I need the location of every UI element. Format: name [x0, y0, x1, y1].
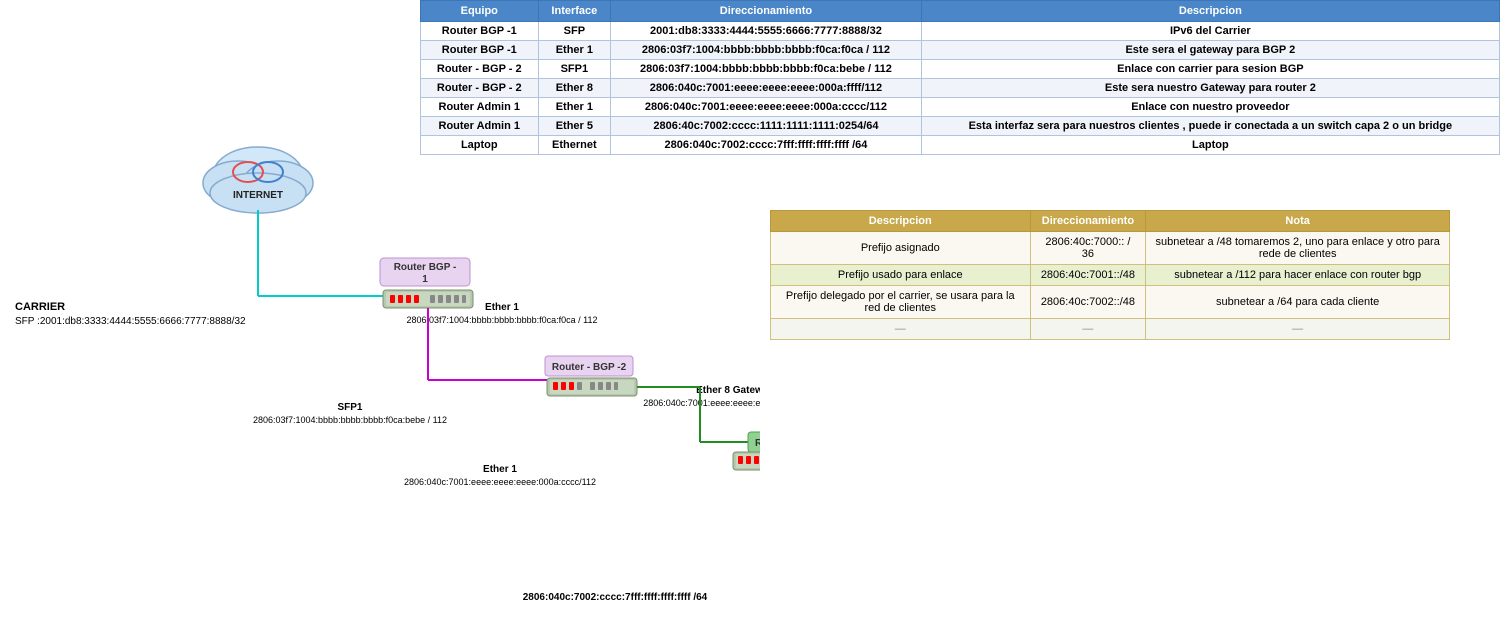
table-row: ——— — [771, 319, 1450, 340]
table-row: Prefijo usado para enlace2806:40c:7001::… — [771, 265, 1450, 286]
table-cell: Laptop — [921, 136, 1499, 155]
bgp1-ether1-label: Ether 1 — [485, 302, 519, 313]
bgp1-ether1-addr: 2806:03f7:1004:bbbb:bbbb:bbbb:f0ca:f0ca … — [407, 315, 598, 325]
laptop-addr-label: 2806:040c:7002:cccc:7fff:ffff:ffff:ffff … — [523, 592, 708, 603]
table-cell: 2806:40c:7002::/48 — [1030, 286, 1146, 319]
prefix-table: Descripcion Direccionamiento Nota Prefij… — [770, 210, 1450, 340]
table-cell: Este sera el gateway para BGP 2 — [921, 41, 1499, 60]
table-cell: Esta interfaz sera para nuestros cliente… — [921, 117, 1499, 136]
carrier-label: CARRIER — [15, 301, 65, 313]
table-cell: 2806:40c:7000:: / 36 — [1030, 232, 1146, 265]
col2-nota: Nota — [1146, 211, 1450, 232]
col-descripcion: Descripcion — [921, 1, 1499, 22]
sfp1-addr: 2806:03f7:1004:bbbb:bbbb:bbbb:f0ca:bebe … — [253, 415, 447, 425]
ether8-addr: 2806:040c:7001:eeee:eeee:eeee:000a:ffff/… — [643, 398, 760, 408]
col2-descripcion: Descripcion — [771, 211, 1031, 232]
table-cell: Prefijo usado para enlace — [771, 265, 1031, 286]
table-cell: Prefijo delegado por el carrier, se usar… — [771, 286, 1031, 319]
table-cell: subnetear a /112 para hacer enlace con r… — [1146, 265, 1450, 286]
table-row: Prefijo delegado por el carrier, se usar… — [771, 286, 1450, 319]
table-cell: — — [1146, 319, 1450, 340]
col2-direccionamiento: Direccionamiento — [1030, 211, 1146, 232]
internet-label: INTERNET — [233, 190, 283, 201]
table-cell: 2806:40c:7001::/48 — [1030, 265, 1146, 286]
router-bgp2-box-label: Router - BGP -2 — [552, 362, 627, 373]
table-cell: IPv6 del Carrier — [921, 22, 1499, 41]
table-cell: — — [771, 319, 1031, 340]
sfp1-label: SFP1 — [337, 402, 362, 413]
table-row: Prefijo asignado2806:40c:7000:: / 36subn… — [771, 232, 1450, 265]
bgp2-ether1-label: Ether 1 — [483, 464, 517, 475]
table-cell: — — [1030, 319, 1146, 340]
bgp2-ether1-addr: 2806:040c:7001:eeee:eeee:eeee:000a:cccc/… — [404, 477, 596, 487]
router-admin1-box-label: Router Admin 1 — [755, 438, 760, 449]
table-cell: Enlace con carrier para sesion BGP — [921, 60, 1499, 79]
router-bgp1-box-label: Router BGP - — [394, 262, 457, 273]
table-cell: Prefijo asignado — [771, 232, 1031, 265]
network-diagram: INTERNET CARRIER SFP :2001:db8:3333:4444… — [0, 0, 760, 622]
table-cell: Este sera nuestro Gateway para router 2 — [921, 79, 1499, 98]
table-cell: subnetear a /64 para cada cliente — [1146, 286, 1450, 319]
table-cell: subnetear a /48 tomaremos 2, uno para en… — [1146, 232, 1450, 265]
carrier-sfp-label: SFP :2001:db8:3333:4444:5555:6666:7777:8… — [15, 316, 246, 327]
ether8-label: Ether 8 Gateway — [696, 385, 760, 396]
table-cell: Enlace con nuestro proveedor — [921, 98, 1499, 117]
svg-text:1: 1 — [422, 274, 428, 285]
